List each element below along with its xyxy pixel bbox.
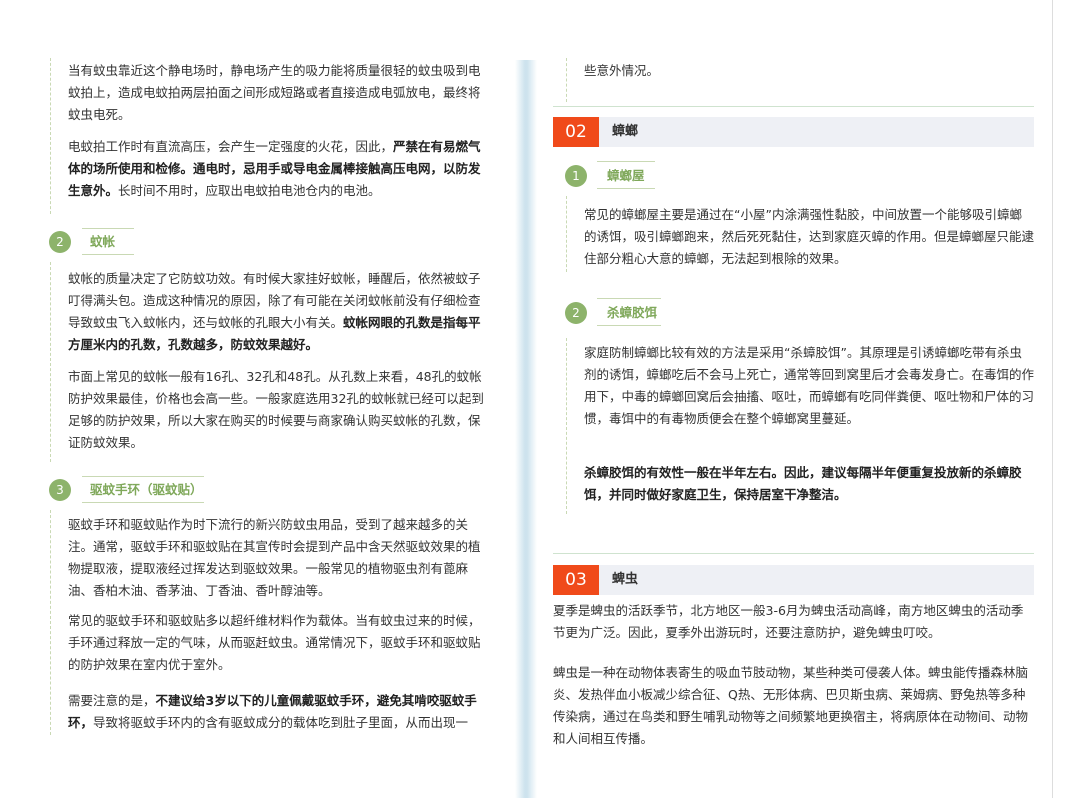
paragraph-mosquito-net-quality: 蚊帐的质量决定了它防蚊功效。有时候大家挂好蚊帐，睡醒后，依然被蚊子叮得满头包。造… xyxy=(68,271,481,352)
subheading-line-top xyxy=(82,476,204,477)
subheading-line-bottom xyxy=(82,502,204,503)
subheading-line-bottom xyxy=(82,254,134,255)
subheading-line-top xyxy=(82,228,134,229)
paragraph-continuation: 些意外情况。 xyxy=(584,63,660,78)
right-dashed-guide-2 xyxy=(566,196,567,272)
paragraph-electric-swatter-attraction: 当有蚊虫靠近这个静电场时，静电场产生的吸力能将质量很轻的蚊虫吸到电蚊拍上，造成电… xyxy=(68,63,481,122)
paragraph-tick-season: 夏季是蜱虫的活跃季节，北方地区一般3-6月为蜱虫活动高峰，南方地区蜱虫的活动季节… xyxy=(553,603,1024,640)
section-divider-line xyxy=(553,553,1034,554)
subheading-number-badge: 3 xyxy=(49,479,71,501)
paragraph-cockroach-bait-validity: 杀蟑胶饵的有效性一般在半年左右。因此，建议每隔半年便重复投放新的杀蟑胶饵，并同时… xyxy=(584,465,1022,502)
section-divider-line xyxy=(553,106,1034,107)
section-title-cockroach: 蟑螂 xyxy=(612,124,639,139)
subheading-line-top xyxy=(597,161,655,162)
subheading-number-badge: 2 xyxy=(565,302,587,324)
subheading-number-badge: 2 xyxy=(49,231,71,253)
subheading-line-bottom xyxy=(597,188,655,189)
subheading-cockroach-house: 蟑螂屋 xyxy=(607,168,645,183)
subheading-mosquito-net: 蚊帐 xyxy=(90,234,116,249)
paragraph-tick-diseases: 蜱虫是一种在动物体表寄生的吸血节肢动物，某些种类可侵袭人体。蜱虫能传播森林脑炎、… xyxy=(553,665,1029,746)
subheading-line-bottom xyxy=(597,325,661,326)
right-dashed-guide-1 xyxy=(566,58,567,102)
subheading-cockroach-bait: 杀蟑胶饵 xyxy=(607,305,658,320)
paragraph-cockroach-bait-principle: 家庭防制蟑螂比较有效的方法是采用“杀蟑胶饵”。其原理是引诱蟑螂吃带有杀虫剂的诱饵… xyxy=(584,345,1035,426)
subheading-line-top xyxy=(597,298,661,299)
paragraph-cockroach-house: 常见的蟑螂屋主要是通过在“小屋”内涂满强性黏胶，中间放置一个能够吸引蟑螂的诱饵，… xyxy=(584,207,1035,266)
section-number-badge: 03 xyxy=(553,565,599,595)
paragraph-electric-swatter-safety: 电蚊拍工作时有直流高压，会产生一定强度的火花，因此，严禁在有易燃气体的场所使用和… xyxy=(68,139,481,198)
paragraph-mosquito-net-hole-count: 市面上常见的蚊帐一般有16孔、32孔和48孔。从孔数上来看，48孔的蚊帐防护效果… xyxy=(68,369,484,450)
section-title-tick: 蜱虫 xyxy=(612,572,639,587)
paragraph-repellent-band-children-warning: 需要注意的是，不建议给3岁以下的儿童佩戴驱蚊手环，避免其啃咬驱蚊手环，导致将驱蚊… xyxy=(68,693,477,730)
left-dashed-guide-1 xyxy=(50,58,51,214)
left-dashed-guide-2 xyxy=(50,262,51,462)
subheading-number-badge: 1 xyxy=(565,165,587,187)
column-divider-glow xyxy=(515,60,537,798)
left-dashed-guide-3 xyxy=(50,510,51,735)
section-number-badge: 02 xyxy=(553,117,599,147)
paragraph-repellent-band-intro: 驱蚊手环和驱蚊贴作为时下流行的新兴防蚊虫用品，受到了越来越多的关注。通常，驱蚊手… xyxy=(68,517,481,598)
subheading-repellent-band: 驱蚊手环（驱蚊贴） xyxy=(90,482,203,497)
right-dashed-guide-3 xyxy=(566,338,567,514)
paragraph-repellent-band-carrier: 常见的驱蚊手环和驱蚊贴多以超纤维材料作为载体。当有蚊虫过来的时候，手环通过释放一… xyxy=(68,613,481,672)
page-right-edge xyxy=(1052,0,1065,798)
